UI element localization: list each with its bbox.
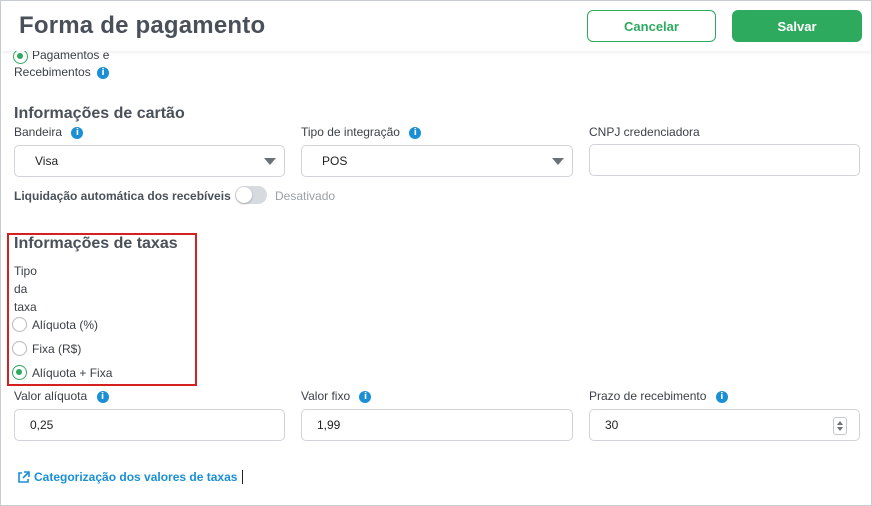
cnpj-label: CNPJ credenciadora xyxy=(589,125,700,139)
tipo-integracao-select[interactable]: POS xyxy=(301,145,573,177)
tipo-integracao-value: POS xyxy=(322,154,348,168)
form-window: Forma de pagamento Cancelar Salvar Pagam… xyxy=(0,0,872,506)
info-icon[interactable]: i xyxy=(96,390,109,403)
chevron-down-icon xyxy=(552,158,564,165)
valor-fixo-value: 1,99 xyxy=(317,418,341,432)
tipo-taxa-option-aliquota: Alíquota (%) xyxy=(32,318,99,332)
valor-aliquota-value: 0,25 xyxy=(30,418,54,432)
tipo-taxa-line1: Tipo xyxy=(14,264,37,278)
valor-aliquota-field[interactable]: 0,25 xyxy=(14,409,285,441)
stepper-up-icon[interactable] xyxy=(837,421,843,425)
external-link-icon xyxy=(18,470,30,483)
tipo-integracao-label-text: Tipo de integração xyxy=(301,125,400,139)
prazo-field[interactable]: 30 xyxy=(589,409,860,441)
stepper-down-icon[interactable] xyxy=(837,427,843,431)
pagamentos-recebimentos-label-line2: Recebimentos xyxy=(14,65,91,79)
cancel-button[interactable]: Cancelar xyxy=(587,10,716,42)
text-cursor xyxy=(242,470,244,484)
save-button[interactable]: Salvar xyxy=(732,10,862,42)
valor-fixo-field[interactable]: 1,99 xyxy=(301,409,573,441)
info-icon[interactable]: i xyxy=(409,126,422,139)
tipo-taxa-label: Tipo da taxa xyxy=(14,262,37,316)
info-icon[interactable]: i xyxy=(97,66,110,79)
valor-aliquota-label-text: Valor alíquota xyxy=(14,389,88,403)
categorizacao-link-label: Categorização dos valores de taxas xyxy=(34,470,238,484)
number-stepper[interactable] xyxy=(833,417,847,435)
liquidacao-toggle[interactable] xyxy=(235,186,267,204)
valor-fixo-label-text: Valor fixo xyxy=(301,389,351,403)
bandeira-select[interactable]: Visa xyxy=(14,145,285,177)
header-bar: Forma de pagamento Cancelar Salvar xyxy=(1,1,871,51)
info-icon[interactable]: i xyxy=(359,390,372,403)
tipo-taxa-line2: da xyxy=(14,282,28,296)
prazo-label: Prazo de recebimento i xyxy=(589,389,728,403)
valor-fixo-label: Valor fixo i xyxy=(301,389,372,403)
bandeira-label-text: Bandeira xyxy=(14,125,63,139)
chevron-down-icon xyxy=(264,158,276,165)
tipo-taxa-radio-fixa[interactable] xyxy=(12,341,27,356)
categorizacao-link[interactable]: Categorização dos valores de taxas xyxy=(17,470,244,484)
liquidacao-state: Desativado xyxy=(275,189,336,203)
tipo-taxa-option-fixa: Fixa (R$) xyxy=(32,342,82,356)
tipo-taxa-radio-aliquota-fixa[interactable] xyxy=(12,365,27,380)
info-icon[interactable]: i xyxy=(71,126,84,139)
valor-aliquota-label: Valor alíquota i xyxy=(14,389,109,403)
tipo-taxa-radio-aliquota[interactable] xyxy=(12,317,27,332)
bandeira-label: Bandeira i xyxy=(14,125,84,139)
pagamentos-recebimentos-label: Recebimentos i xyxy=(14,65,110,79)
tipo-taxa-option-aliquota-fixa: Alíquota + Fixa xyxy=(32,366,113,380)
liquidacao-label: Liquidação automática dos recebíveis xyxy=(14,189,231,203)
pagamentos-recebimentos-radio[interactable] xyxy=(13,49,28,64)
tipo-integracao-label: Tipo de integração i xyxy=(301,125,422,139)
page-title: Forma de pagamento xyxy=(19,12,266,39)
prazo-value: 30 xyxy=(605,418,619,432)
info-icon[interactable]: i xyxy=(715,390,728,403)
bandeira-value: Visa xyxy=(35,154,59,168)
prazo-label-text: Prazo de recebimento xyxy=(589,389,707,403)
tax-section-title: Informações de taxas xyxy=(14,235,178,252)
tipo-taxa-line3: taxa xyxy=(14,300,37,314)
cnpj-field[interactable] xyxy=(589,144,860,176)
card-section-title: Informações de cartão xyxy=(14,105,185,122)
